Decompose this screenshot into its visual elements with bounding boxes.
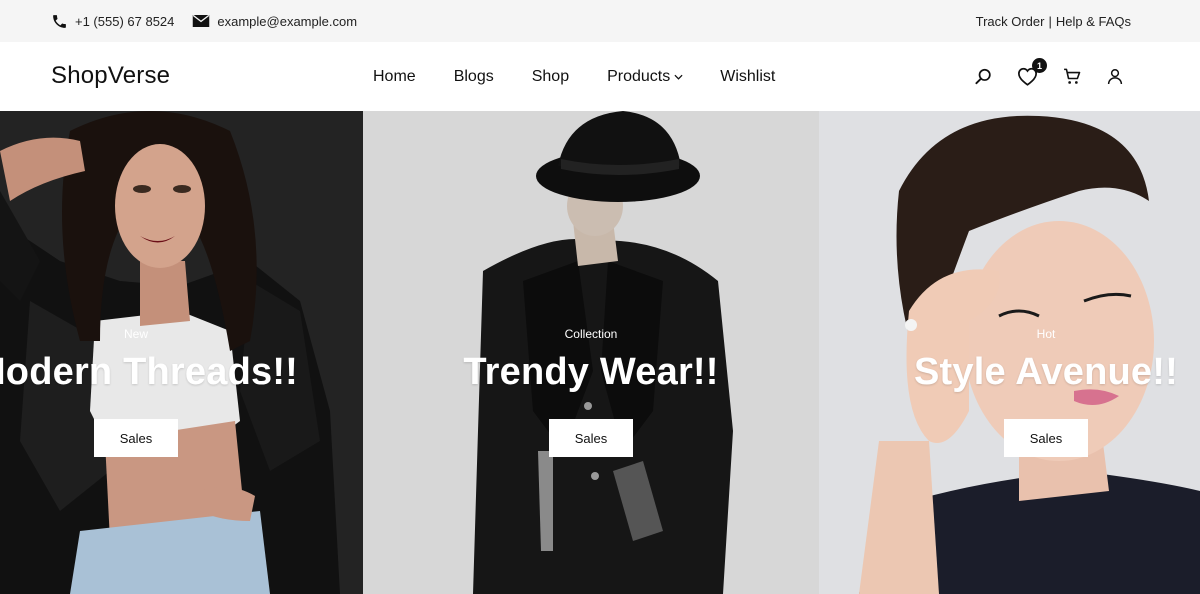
- link-separator: |: [1048, 13, 1052, 29]
- phone-icon: [53, 14, 66, 28]
- account-button[interactable]: [1106, 67, 1124, 86]
- hero-slide-3[interactable]: Hot Style Avenue!! Sales: [819, 111, 1200, 594]
- nav-products-label: Products: [607, 67, 671, 85]
- nav-blogs[interactable]: Blogs: [454, 68, 494, 86]
- cart-icon: [1064, 68, 1081, 84]
- wishlist-count-badge: 1: [1032, 58, 1047, 73]
- search-icon: [975, 68, 991, 85]
- hero-slide-1[interactable]: New Modern Threads!! Sales: [0, 111, 363, 594]
- hero-slide-2[interactable]: Collection Trendy Wear!! Sales: [363, 111, 819, 594]
- top-bar: +1 (555) 67 8524 example@example.com Tra…: [0, 0, 1200, 42]
- help-faqs-link[interactable]: Help & FAQs: [1056, 14, 1131, 29]
- email-address: example@example.com: [217, 13, 358, 29]
- phone-contact[interactable]: +1 (555) 67 8524: [51, 13, 174, 30]
- main-header: ShopVerse Home Blogs Shop Products Wishl…: [0, 42, 1200, 111]
- sales-button[interactable]: Sales: [94, 419, 178, 457]
- hero-slider: New Modern Threads!! Sales Collection Tr…: [0, 111, 1200, 594]
- nav-wishlist[interactable]: Wishlist: [720, 68, 775, 86]
- envelope-icon: [193, 14, 210, 27]
- slide-tag: Collection: [564, 327, 618, 341]
- track-order-link[interactable]: Track Order: [976, 14, 1045, 29]
- phone-number: +1 (555) 67 8524: [75, 13, 175, 29]
- email-contact[interactable]: example@example.com: [192, 14, 357, 29]
- nav-shop[interactable]: Shop: [532, 68, 569, 86]
- cart-button[interactable]: [1062, 67, 1082, 86]
- slide-title: Modern Threads!!: [0, 351, 299, 393]
- chevron-down-icon: [674, 74, 683, 80]
- contact-info: +1 (555) 67 8524 example@example.com: [51, 0, 375, 42]
- main-nav: Home Blogs Shop Products Wishlist: [373, 42, 775, 111]
- slide-title: Trendy Wear!!: [463, 351, 719, 393]
- user-icon: [1107, 69, 1123, 85]
- top-links: Track Order | Help & FAQs: [976, 0, 1131, 42]
- slide-tag: Hot: [1036, 327, 1056, 341]
- sales-button[interactable]: Sales: [549, 419, 633, 457]
- slide-tag: New: [123, 327, 148, 341]
- wishlist-button[interactable]: 1: [1017, 58, 1047, 86]
- header-actions: 1: [950, 42, 1124, 111]
- sales-button[interactable]: Sales: [1004, 419, 1088, 457]
- nav-products[interactable]: Products: [607, 68, 683, 86]
- logo[interactable]: ShopVerse: [51, 62, 170, 90]
- nav-home[interactable]: Home: [373, 68, 416, 86]
- search-button[interactable]: [974, 67, 993, 86]
- slide-title: Style Avenue!!: [914, 351, 1178, 393]
